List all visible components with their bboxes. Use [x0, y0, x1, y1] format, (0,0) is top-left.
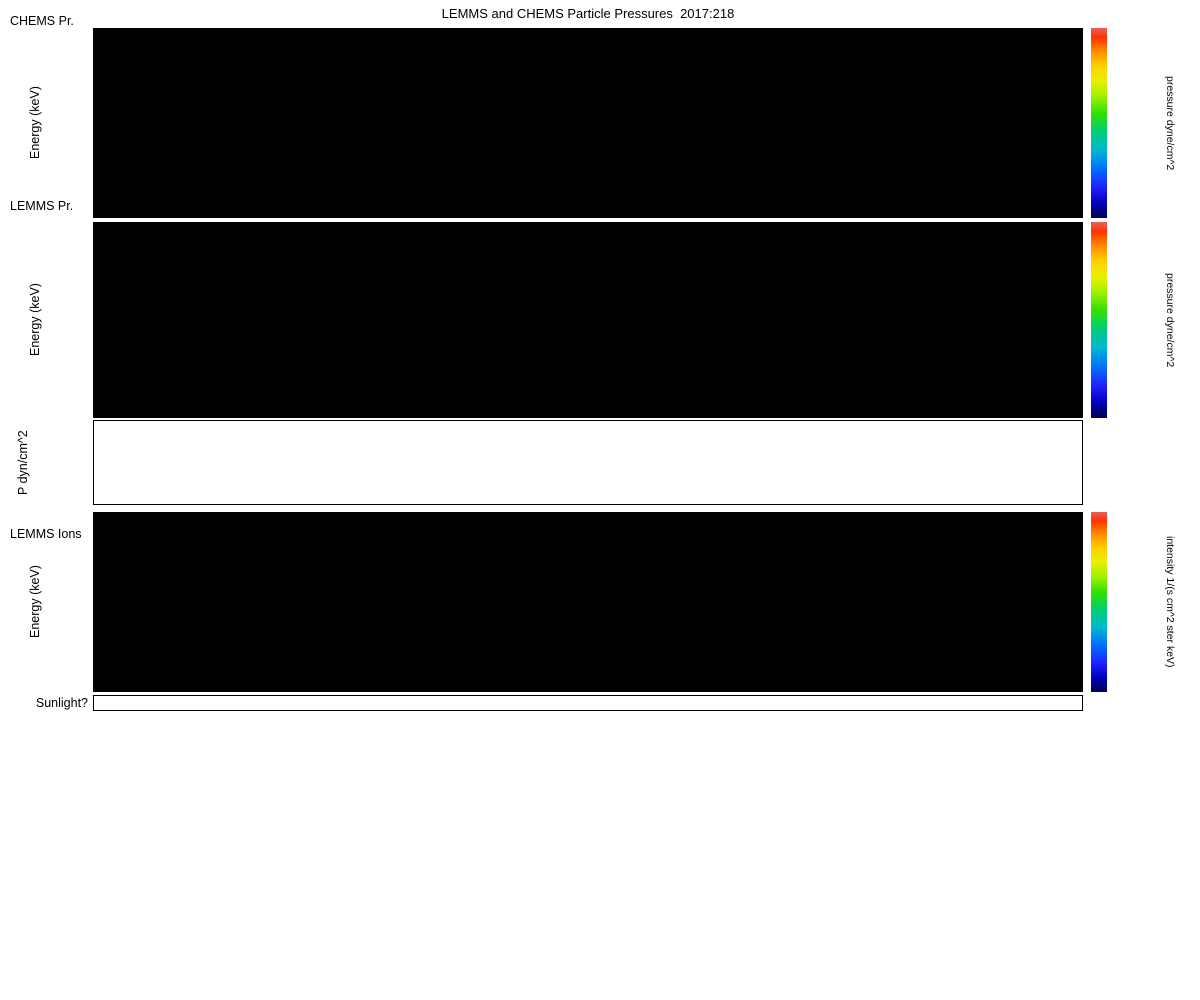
ylabel-pressure-line: P dyn/cm^2	[16, 430, 30, 495]
chems-pressure-canvas	[94, 29, 1082, 217]
lemms-ions-canvas	[94, 513, 1082, 691]
lemms-pressure-panel	[93, 222, 1083, 418]
colorbar-lemms	[1091, 222, 1107, 418]
sunlight-bar	[93, 695, 1083, 711]
colorbar-chems	[1091, 28, 1107, 218]
colorbar-ions	[1091, 512, 1107, 692]
lemms-ions-panel	[93, 512, 1083, 692]
colorbar-label-lemms: pressure dyne/cm^2	[1164, 272, 1176, 368]
lemms-pressure-canvas	[94, 223, 1082, 417]
colorbar-label-ions: intensity 1/(s cm^2 ster keV)	[1164, 536, 1176, 668]
sunlight-label: Sunlight?	[35, 696, 88, 710]
pressure-line-panel	[93, 420, 1083, 505]
figure-title: LEMMS and CHEMS Particle Pressures 2017:…	[441, 6, 735, 21]
figure: LEMMS and CHEMS Particle Pressures 2017:…	[0, 0, 1200, 1000]
pressure-line-canvas	[94, 421, 1082, 504]
ylabel-ions: Energy (keV)	[28, 565, 42, 639]
ylabel-chems: Energy (keV)	[28, 86, 42, 160]
chems-pressure-panel	[93, 28, 1083, 218]
ylabel-lemms: Energy (keV)	[28, 283, 42, 357]
panel-label-ions: LEMMS Ions	[10, 527, 82, 541]
panel-label-chems: CHEMS Pr.	[10, 14, 74, 28]
colorbar-label-chems: pressure dyne/cm^2	[1164, 75, 1176, 171]
